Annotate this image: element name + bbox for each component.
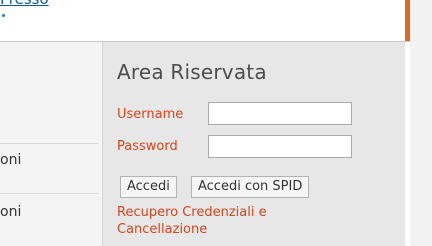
page-header: Presso: [0, 0, 410, 42]
page-background-edge: [410, 0, 432, 246]
menu-divider: [0, 143, 98, 144]
menu-item-1[interactable]: oni: [0, 152, 98, 168]
username-input[interactable]: [208, 102, 352, 125]
menu-item-2[interactable]: oni: [0, 204, 98, 220]
password-label: Password: [117, 139, 178, 154]
password-input[interactable]: [208, 135, 352, 158]
username-label: Username: [117, 107, 184, 122]
bullet-icon: [2, 14, 5, 17]
recover-credentials-link[interactable]: Recupero Credenziali e Cancellazione: [117, 204, 347, 238]
menu-divider: [0, 193, 98, 194]
panel-title: Area Riservata: [117, 60, 267, 84]
spid-login-button[interactable]: Accedi con SPID: [191, 176, 310, 198]
login-panel: Area Riservata Username Password Accedi …: [103, 42, 405, 246]
header-link[interactable]: Presso: [0, 0, 49, 8]
left-menu: oni oni: [0, 42, 103, 246]
login-button[interactable]: Accedi: [120, 176, 177, 198]
